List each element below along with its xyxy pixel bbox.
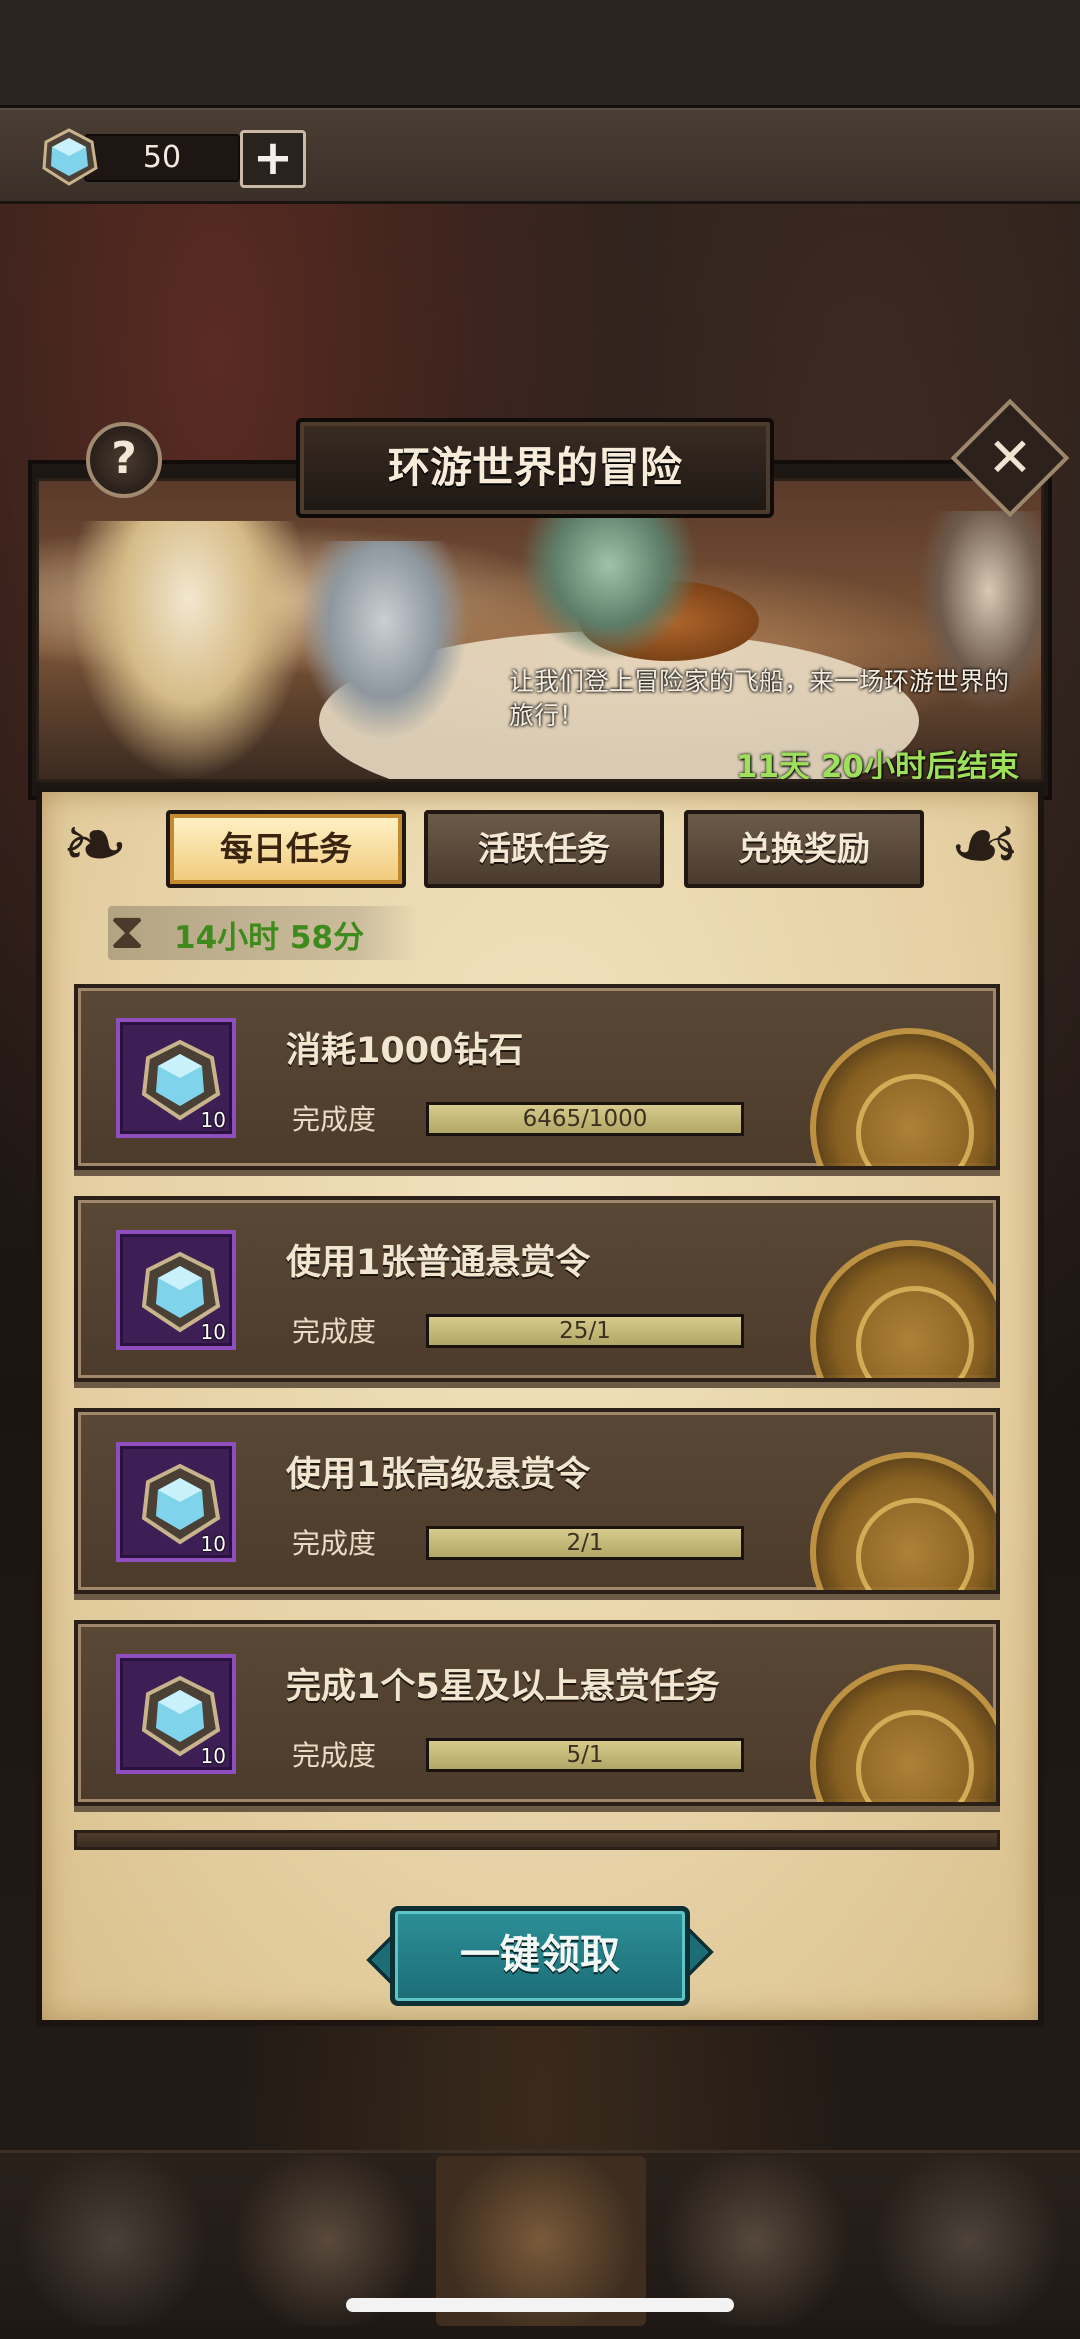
ornament-icon: ☙	[949, 798, 1021, 891]
event-time-remaining: 11天 20小时后结束	[735, 749, 1019, 782]
progress-bar: 5/1	[426, 1738, 744, 1772]
banner-character-art	[519, 501, 699, 661]
panel-title: 环游世界的冒险	[296, 418, 774, 518]
help-button[interactable]: ?	[86, 422, 162, 498]
guild-seal-icon	[810, 1240, 996, 1378]
hourglass-icon: ⧗	[109, 902, 145, 960]
progress-text: 5/1	[566, 1742, 604, 1768]
guild-seal-icon	[810, 1452, 996, 1590]
tab-active-tasks[interactable]: 活跃任务	[424, 810, 664, 888]
nav-slot[interactable]	[8, 2156, 218, 2326]
ornament-icon: ❧	[61, 798, 129, 891]
gem-count: 50	[84, 134, 240, 182]
task-card[interactable]: 10 完成1个5星及以上悬赏任务 完成度 5/1	[74, 1620, 1000, 1806]
task-card[interactable]: 10 使用1张高级悬赏令 完成度 2/1	[74, 1408, 1000, 1594]
reward-quantity: 10	[200, 1744, 226, 1768]
progress-bar: 2/1	[426, 1526, 744, 1560]
task-reward[interactable]: 10	[116, 1442, 236, 1562]
close-icon[interactable]: ✕	[968, 416, 1052, 500]
banner-description: 让我们登上冒险家的飞船，来一场环游世界的旅行！	[509, 667, 1010, 730]
tab-exchange-rewards[interactable]: 兑换奖励	[684, 810, 924, 888]
progress-label: 完成度	[292, 1739, 377, 1772]
task-reward[interactable]: 10	[116, 1654, 236, 1774]
banner-character-art	[299, 541, 469, 741]
progress-text: 6465/1000	[522, 1106, 648, 1132]
task-list-end	[74, 1830, 1000, 1850]
progress-bar: 25/1	[426, 1314, 744, 1348]
task-reward[interactable]: 10	[116, 1018, 236, 1138]
task-reward[interactable]: 10	[116, 1230, 236, 1350]
task-card[interactable]: 10 消耗1000钻石 完成度 6465/1000	[74, 984, 1000, 1170]
progress-label: 完成度	[292, 1527, 377, 1560]
reward-quantity: 10	[200, 1532, 226, 1556]
progress-label: 完成度	[292, 1103, 377, 1136]
guild-seal-icon	[810, 1028, 996, 1166]
claim-all-button[interactable]: 一键领取	[390, 1906, 690, 2006]
progress-bar: 6465/1000	[426, 1102, 744, 1136]
add-gems-button[interactable]: +	[240, 130, 306, 188]
diamond-gem-icon	[42, 128, 98, 186]
task-title: 使用1张高级悬赏令	[286, 1455, 591, 1495]
task-title: 使用1张普通悬赏令	[286, 1243, 591, 1283]
reward-quantity: 10	[200, 1320, 226, 1344]
progress-text: 2/1	[566, 1530, 604, 1556]
task-title: 完成1个5星及以上悬赏任务	[286, 1667, 720, 1707]
task-card[interactable]: 10 使用1张普通悬赏令 完成度 25/1	[74, 1196, 1000, 1382]
progress-label: 完成度	[292, 1315, 377, 1348]
task-title: 消耗1000钻石	[286, 1031, 524, 1071]
banner-chef-character-art	[69, 521, 309, 779]
event-banner: 让我们登上冒险家的飞船，来一场环游世界的旅行！ 11天 20小时后结束	[36, 478, 1044, 782]
guild-seal-icon	[810, 1664, 996, 1802]
top-status-strip	[0, 0, 1080, 108]
tab-daily-tasks[interactable]: 每日任务	[166, 810, 406, 888]
home-indicator[interactable]	[346, 2298, 734, 2312]
progress-text: 25/1	[559, 1318, 611, 1344]
reward-quantity: 10	[200, 1108, 226, 1132]
daily-reset-time: 14小时 58分	[174, 920, 365, 956]
nav-slot[interactable]	[864, 2156, 1074, 2326]
